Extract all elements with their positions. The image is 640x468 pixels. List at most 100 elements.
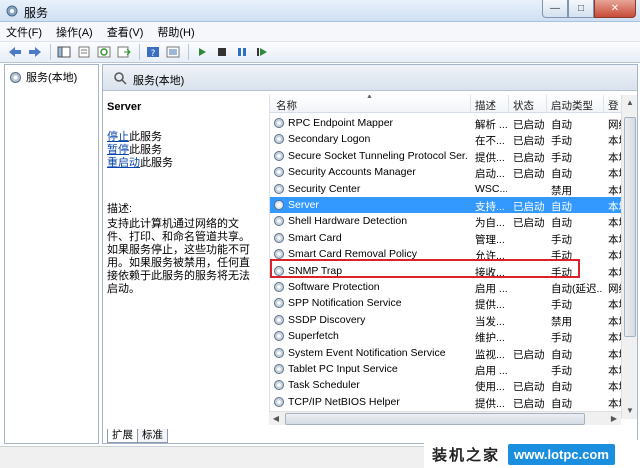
stop-icon[interactable] — [213, 44, 231, 60]
tree-item-services-local[interactable]: 服务(本地) — [9, 69, 77, 85]
menu-view[interactable]: 查看(V) — [107, 24, 144, 40]
services-gear-icon — [6, 5, 18, 17]
description-text: 支持此计算机通过网络的文件、打印、和命名管道共享。如果服务停止，这些功能不可用。… — [107, 218, 250, 295]
description-label: 描述: — [107, 203, 133, 215]
console-tree: 服务(本地) — [4, 64, 99, 444]
stop-service-link[interactable]: 停止 — [107, 131, 129, 143]
table-row[interactable]: Security Center WSC... 禁用 本地 — [270, 181, 628, 197]
table-row[interactable]: RPC Endpoint Mapper 解析 ... 已启动 自动 网络 — [270, 115, 628, 131]
horizontal-scrollbar[interactable]: ◀ ▶ — [269, 411, 621, 425]
table-row[interactable]: Task Scheduler 使用... 已启动 自动 本地 — [270, 377, 628, 394]
table-row[interactable]: SSDP Discovery 当发... 禁用 本地 — [270, 312, 628, 328]
cell-startup-type: 手动 — [551, 299, 572, 312]
cell-status: 已启动 — [513, 397, 545, 410]
restart-service-link[interactable]: 重启动 — [107, 157, 140, 169]
service-gear-icon — [274, 118, 284, 128]
cell-description: 当发... — [475, 315, 505, 328]
service-gear-icon — [274, 396, 284, 407]
cell-status: 已启动 — [513, 217, 545, 230]
menu-file[interactable]: 文件(F) — [6, 24, 42, 40]
watermark: 装机之家 www.lotpc.com — [424, 440, 640, 468]
cell-name: SPP Notification Service — [288, 297, 402, 310]
cell-description: 维护... — [475, 332, 505, 345]
pause-service-link[interactable]: 暂停 — [107, 144, 129, 156]
table-row[interactable]: SPP Notification Service 提供... 手动 本地 — [270, 295, 628, 312]
minimize-button[interactable]: — — [542, 0, 568, 18]
cell-startup-type: 禁用 — [551, 315, 572, 328]
table-row[interactable]: Secure Socket Tunneling Protocol Ser... 提… — [270, 148, 628, 164]
column-header-name[interactable]: 名称 — [276, 98, 297, 113]
vertical-scrollbar[interactable]: ▲ ▼ — [621, 95, 637, 419]
pane-title: 服务(本地) — [133, 75, 185, 87]
column-header-startup-type[interactable]: 启动类型 — [551, 98, 593, 113]
window-title: 服务 — [24, 6, 49, 20]
restart-icon[interactable] — [253, 44, 271, 60]
cell-status: 已启动 — [513, 348, 545, 361]
hscroll-thumb[interactable] — [285, 413, 585, 425]
cell-status: 已启动 — [513, 151, 545, 164]
cell-description: 启动... — [475, 168, 505, 181]
service-gear-icon — [274, 314, 284, 325]
cell-name: Shell Hardware Detection — [288, 215, 408, 228]
service-gear-icon — [274, 347, 284, 358]
service-gear-icon — [274, 216, 284, 227]
menu-help[interactable]: 帮助(H) — [157, 24, 194, 40]
scroll-right-icon[interactable]: ▶ — [607, 412, 621, 426]
column-header-logon[interactable]: 登 — [608, 98, 619, 113]
table-row[interactable]: Software Protection 启用 ... 自动(延迟... 网络 — [270, 279, 628, 295]
console-tree-icon[interactable] — [55, 44, 73, 60]
pause-icon[interactable] — [233, 44, 251, 60]
menu-bar: 文件(F) 操作(A) 查看(V) 帮助(H) — [0, 22, 640, 41]
cell-startup-type: 禁用 — [551, 184, 572, 197]
table-row[interactable]: Smart Card 管理... 手动 本地 — [270, 230, 628, 246]
column-header-status[interactable]: 状态 — [513, 98, 534, 113]
cell-name: Secure Socket Tunneling Protocol Ser... — [288, 149, 468, 162]
cell-name: Tablet PC Input Service — [288, 363, 398, 375]
cell-startup-type: 自动 — [551, 119, 572, 131]
view-tabs: 扩展 标准 — [107, 429, 168, 443]
close-button[interactable]: ✕ — [594, 0, 636, 18]
table-row[interactable]: TCP/IP NetBIOS Helper 提供... 已启动 自动 本地 — [270, 394, 628, 410]
properties-icon[interactable] — [75, 44, 93, 60]
help-icon[interactable]: ? — [144, 44, 162, 60]
column-header-description[interactable]: 描述 — [475, 98, 496, 113]
view-icon[interactable] — [164, 44, 182, 60]
scroll-up-icon[interactable]: ▲ — [622, 95, 637, 111]
tab-extended[interactable]: 扩展 — [107, 429, 138, 443]
table-row[interactable]: Superfetch 维护... 手动 本地 — [270, 328, 628, 345]
table-row[interactable]: Server 支持... 已启动 自动 本地 — [270, 197, 628, 213]
refresh-icon[interactable] — [95, 44, 113, 60]
cell-name: Smart Card — [288, 231, 342, 244]
cell-startup-type: 自动 — [551, 397, 572, 410]
back-icon[interactable] — [6, 44, 24, 60]
services-pane: 服务(本地) Server 停止此服务 暂停此服务 重启动此服务 描述: 支持此… — [102, 64, 638, 444]
cell-name: TCP/IP NetBIOS Helper — [288, 395, 400, 408]
table-row[interactable]: Security Accounts Manager 启动... 已启动 自动 本地 — [270, 164, 628, 181]
menu-action[interactable]: 操作(A) — [56, 24, 93, 40]
export-icon[interactable] — [115, 44, 133, 60]
maximize-button[interactable]: □ — [568, 0, 594, 18]
cell-description: 管理... — [475, 233, 505, 246]
cell-startup-type: 手动 — [551, 233, 572, 246]
tab-standard[interactable]: 标准 — [137, 429, 168, 443]
service-gear-icon — [274, 282, 284, 292]
play-icon[interactable] — [193, 44, 211, 60]
list-header: ▲ 名称 描述 状态 启动类型 登 — [270, 95, 637, 113]
scroll-left-icon[interactable]: ◀ — [269, 412, 283, 426]
watermark-url: www.lotpc.com — [508, 443, 615, 465]
cell-name: SSDP Discovery — [288, 313, 366, 326]
cell-name: Secondary Logon — [288, 133, 371, 146]
scroll-thumb[interactable] — [624, 117, 636, 337]
table-row[interactable]: System Event Notification Service 监视... 已启… — [270, 345, 628, 361]
scroll-down-icon[interactable]: ▼ — [622, 403, 637, 419]
forward-icon[interactable] — [26, 44, 44, 60]
table-row[interactable]: Shell Hardware Detection 为自... 已启动 自动 本地 — [270, 213, 628, 230]
service-gear-icon — [274, 298, 284, 309]
table-row[interactable]: Secondary Logon 在不... 已启动 手动 本地 — [270, 131, 628, 148]
cell-status: 已启动 — [513, 119, 545, 131]
table-row[interactable]: Tablet PC Input Service 启用 ... 手动 本地 — [270, 361, 628, 377]
cell-description: 在不... — [475, 135, 505, 148]
cell-description: 使用... — [475, 381, 505, 394]
cell-description: 解析 ... — [475, 119, 507, 131]
cell-startup-type: 自动 — [551, 201, 572, 213]
